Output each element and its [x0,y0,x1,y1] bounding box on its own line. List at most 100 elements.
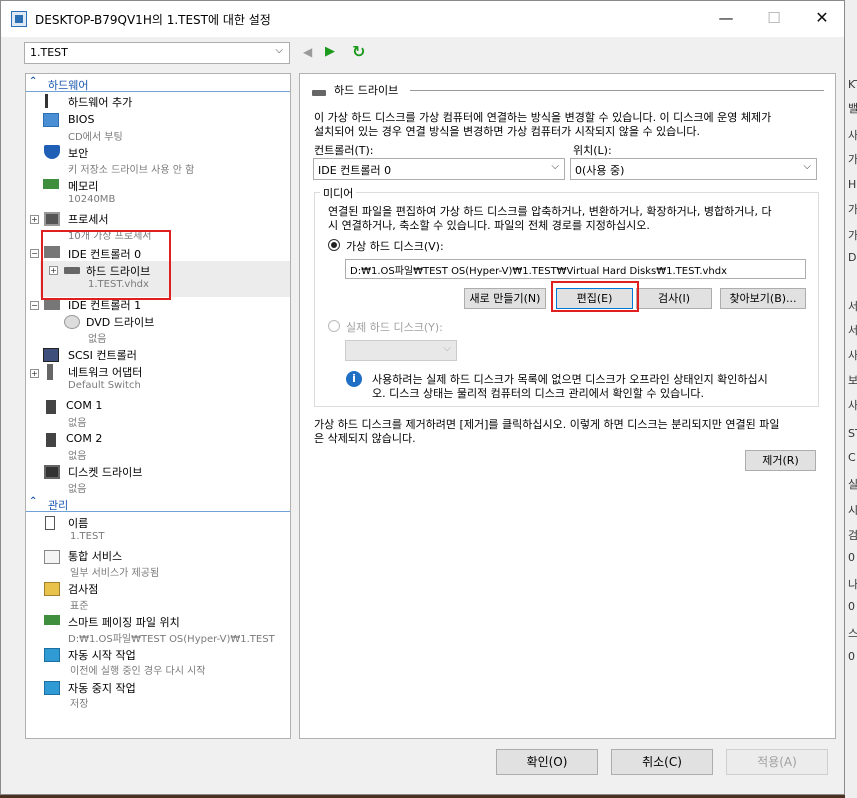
tree-item-auto-stop[interactable]: 자동 중지 작업 [68,680,136,696]
background-strip-char: 사 [848,399,857,412]
maximize-button[interactable]: ☐ [751,1,797,37]
tree-item-network-adapter[interactable]: 네트워크 어댑터 [68,364,142,380]
ok-button[interactable]: 확인(O) [496,749,598,775]
background-strip-char: H [848,178,857,191]
tree-item-com1[interactable]: COM 1 [66,399,102,412]
hard-drive-icon [312,90,326,96]
section-management-label: 관리 [48,499,69,512]
tree-item-smart-paging-sub: D:₩1.OS파일₩TEST OS(Hyper-V)₩1.TEST [68,634,275,645]
browse-button[interactable]: 찾아보기(B)... [720,288,806,309]
controller-value: IDE 컨트롤러 0 [318,164,392,177]
expand-icon[interactable]: + [30,369,39,378]
tree-item-security-sub: 키 저장소 드라이브 사용 안 함 [68,165,195,176]
forward-arrow-icon[interactable]: ▶ [325,44,335,59]
cancel-button[interactable]: 취소(C) [611,749,713,775]
tree-item-network-sub: Default Switch [68,380,141,391]
background-strip-char: 가 [848,153,857,166]
background-strip-char: 서 [848,324,857,337]
controller-dropdown[interactable]: IDE 컨트롤러 0 ⌵ [313,158,565,180]
physical-disk-dropdown[interactable]: ⌵ [345,340,457,361]
back-arrow-icon[interactable]: ◀ [303,45,312,59]
tree-item-add-hardware[interactable]: 하드웨어 추가 [68,94,132,110]
background-strip-char: 0 [848,600,855,613]
section-hardware[interactable]: ⌃ 하드웨어 [26,76,290,92]
collapse-icon[interactable]: − [30,249,39,258]
chevron-down-icon: ⌵ [275,45,283,56]
refresh-icon[interactable]: ↻ [352,42,365,61]
background-strip-char: D [848,251,857,264]
com-port-icon [46,433,56,447]
info-icon: i [346,371,362,387]
smart-paging-icon [44,615,60,625]
heading-divider [410,90,824,91]
highlight-box-edit-button [551,281,639,312]
vhd-path-value: D:₩1.OS파일₩TEST OS(Hyper-V)₩1.TEST₩Virtua… [350,266,728,277]
panel-heading: 하드 드라이브 [334,84,399,97]
background-strip-char: 가 [848,229,857,242]
vhd-radio[interactable] [328,239,340,251]
settings-tree: ⌃ 하드웨어 하드웨어 추가 BIOS CD에서 부팅 보안 키 저장소 드라이… [25,73,291,739]
expand-icon[interactable]: + [30,215,39,224]
background-strip-char: 가 [848,203,857,216]
tree-item-smart-paging[interactable]: 스마트 페이징 파일 위치 [68,614,180,630]
media-description-line-2: 시 연결하거나, 축소할 수 있습니다. 파일의 전체 경로를 지정하십시오. [328,219,650,232]
background-strip-char: 사 [848,349,857,362]
tree-item-checkpoint[interactable]: 검사점 [68,581,98,597]
apply-button[interactable]: 적용(A) [726,749,828,775]
collapse-icon[interactable]: − [30,301,39,310]
background-strip-char: 사 [848,129,857,142]
tree-item-auto-start[interactable]: 자동 시작 작업 [68,647,136,663]
info-text-line-2: 오. 디스크 상태는 물리적 컴퓨터의 디스크 관리에서 확인할 수 있습니다. [372,387,704,400]
inspect-button[interactable]: 검사(I) [636,288,712,309]
location-label: 위치(L): [573,144,612,157]
tree-item-auto-start-sub: 이전에 실행 중인 경우 다시 시작 [70,666,206,677]
tree-item-memory[interactable]: 메모리 [68,178,98,194]
window-title: DESKTOP-B79QV1H의 1.TEST에 대한 설정 [35,13,271,27]
hyper-v-settings-icon [11,11,27,27]
location-dropdown[interactable]: 0(사용 중) ⌵ [570,158,817,180]
add-hardware-icon [45,94,53,108]
checkpoint-icon [44,582,60,596]
com-port-icon [46,400,56,414]
panel-description-line-2: 설치되어 있는 경우 연결 방식을 변경하면 가상 컴퓨터가 시작되지 않을 수… [314,125,701,138]
scsi-controller-icon [43,348,59,362]
remove-button[interactable]: 제거(R) [745,450,816,471]
tree-item-bios-sub: CD에서 부팅 [68,132,123,143]
tree-item-security[interactable]: 보안 [68,145,88,161]
background-strip-char: C [848,451,856,464]
tree-item-diskette-drive[interactable]: 디스켓 드라이브 [68,464,142,480]
shield-icon [44,145,60,159]
background-strip-char: 보 [848,374,857,387]
tree-item-integration-services[interactable]: 통합 서비스 [68,548,122,564]
settings-window: DESKTOP-B79QV1H의 1.TEST에 대한 설정 — ☐ ✕ 1.T… [0,0,845,795]
physical-disk-radio[interactable] [328,320,340,332]
highlight-box-hard-drive [41,230,171,300]
auto-start-icon [44,648,60,662]
background-strip-char: KT [848,78,857,91]
auto-stop-icon [44,681,60,695]
controller-label: 컨트롤러(T): [314,144,374,157]
vm-select-dropdown[interactable]: 1.TEST ⌵ [24,42,290,64]
bios-icon [43,113,59,127]
dvd-icon [64,315,80,329]
background-window-strip: KT밸사가H가가D서서사보사STC실시검0나0스0 [845,0,857,798]
new-button[interactable]: 새로 만들기(N) [464,288,546,309]
tree-item-com2[interactable]: COM 2 [66,432,102,445]
tree-item-scsi-controller[interactable]: SCSI 컨트롤러 [68,347,137,363]
close-button[interactable]: ✕ [799,1,845,37]
chevron-down-icon: ⌵ [551,161,559,172]
collapse-chevron-icon: ⌃ [29,76,38,87]
name-icon [45,516,55,530]
background-strip-char: 시 [848,504,857,517]
vhd-radio-label: 가상 하드 디스크(V): [346,240,444,253]
hard-drive-settings-panel: 하드 드라이브 이 가상 하드 디스크를 가상 컴퓨터에 연결하는 방식을 변경… [299,73,836,739]
section-management[interactable]: ⌃ 관리 [26,496,290,512]
vm-select-value: 1.TEST [30,46,68,59]
tree-item-bios[interactable]: BIOS [68,113,94,126]
vhd-path-input[interactable]: D:₩1.OS파일₩TEST OS(Hyper-V)₩1.TEST₩Virtua… [345,259,806,279]
title-bar: DESKTOP-B79QV1H의 1.TEST에 대한 설정 — ☐ ✕ [1,1,844,37]
tree-item-name[interactable]: 이름 [68,515,88,531]
tree-item-processor[interactable]: 프로세서 [68,211,108,227]
tree-item-dvd-drive[interactable]: DVD 드라이브 [86,314,154,330]
minimize-button[interactable]: — [703,1,749,37]
